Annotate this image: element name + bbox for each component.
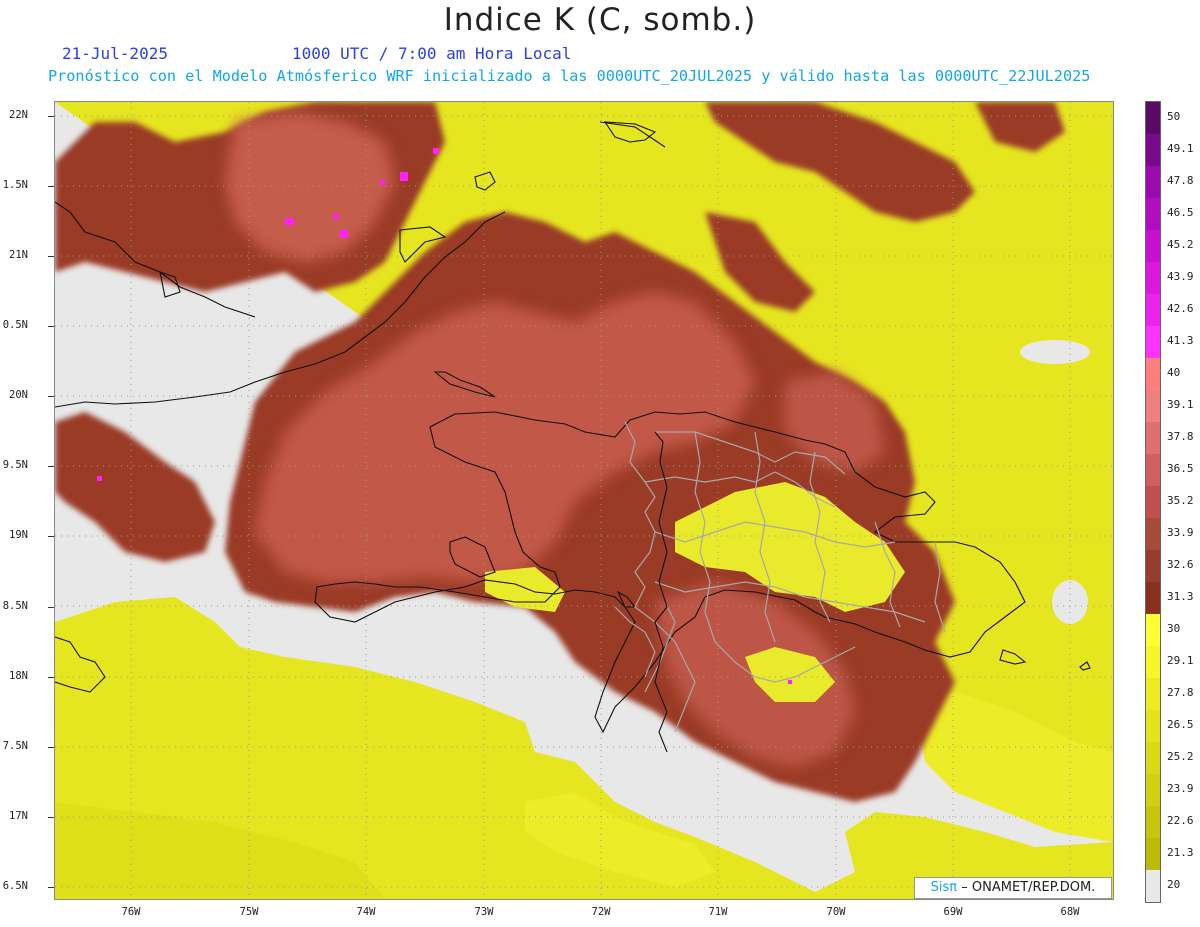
colorbar-swatch xyxy=(1146,294,1160,326)
colorbar-label: 39.1 xyxy=(1167,398,1194,411)
colorbar-label: 33.9 xyxy=(1167,526,1194,539)
lon-label: 75W xyxy=(239,906,259,918)
colorbar-swatch xyxy=(1146,390,1160,422)
colorbar-swatch xyxy=(1146,166,1160,198)
colorbar-label: 43.9 xyxy=(1167,270,1194,283)
colorbar-swatch xyxy=(1146,326,1160,358)
colorbar xyxy=(1145,101,1161,903)
colorbar-label: 20 xyxy=(1167,878,1181,891)
colorbar-label: 42.6 xyxy=(1167,302,1194,315)
valid-time: 1000 UTC / 7:00 am Hora Local xyxy=(292,44,572,63)
colorbar-swatch xyxy=(1146,870,1160,902)
colorbar-swatch xyxy=(1146,422,1160,454)
colorbar-swatch xyxy=(1146,582,1160,614)
colorbar-swatch xyxy=(1146,678,1160,710)
colorbar-swatch xyxy=(1146,806,1160,838)
colorbar-swatch xyxy=(1146,262,1160,294)
valid-date: 21-Jul-2025 xyxy=(62,44,168,63)
colorbar-swatch xyxy=(1146,550,1160,582)
colorbar-label: 45.2 xyxy=(1167,238,1194,251)
lon-label: 76W xyxy=(121,906,141,918)
colorbar-label: 37.8 xyxy=(1167,430,1194,443)
colorbar-swatch xyxy=(1146,454,1160,486)
lon-label: 69W xyxy=(943,906,963,918)
colorbar-swatch xyxy=(1146,198,1160,230)
colorbar-swatch xyxy=(1146,710,1160,742)
colorbar-swatch xyxy=(1146,230,1160,262)
colorbar-label: 25.2 xyxy=(1167,750,1194,763)
lon-label: 68W xyxy=(1060,906,1080,918)
lon-label: 73W xyxy=(474,906,494,918)
lon-label: 71W xyxy=(708,906,728,918)
lat-label: 1.5N xyxy=(2,179,28,191)
colorbar-swatch xyxy=(1146,774,1160,806)
colorbar-label: 47.8 xyxy=(1167,174,1194,187)
lat-label: 18N xyxy=(9,670,28,682)
credit-text: – ONAMET/REP.DOM. xyxy=(961,880,1096,895)
colorbar-swatch xyxy=(1146,614,1160,646)
lat-label: 17N xyxy=(9,810,28,822)
colorbar-label: 50 xyxy=(1167,110,1181,123)
sispi-logo: Sisπ xyxy=(930,880,958,895)
map-title: Indice K (C, somb.) xyxy=(443,2,757,38)
lat-label: 19N xyxy=(9,529,28,541)
lon-label: 70W xyxy=(826,906,846,918)
colorbar-swatch xyxy=(1146,646,1160,678)
colorbar-label: 22.6 xyxy=(1167,814,1194,827)
lat-label: 21N xyxy=(9,249,28,261)
lat-label: 6.5N xyxy=(2,880,28,892)
colorbar-label: 26.5 xyxy=(1167,718,1194,731)
colorbar-label: 27.8 xyxy=(1167,686,1194,699)
colorbar-label: 49.1 xyxy=(1167,142,1194,155)
colorbar-label: 32.6 xyxy=(1167,558,1194,571)
colorbar-label: 30 xyxy=(1167,622,1181,635)
colorbar-swatch xyxy=(1146,358,1160,390)
colorbar-label: 46.5 xyxy=(1167,206,1194,219)
colorbar-swatch xyxy=(1146,486,1160,518)
k-index-map xyxy=(54,101,1114,900)
colorbar-label: 31.3 xyxy=(1167,590,1194,603)
colorbar-swatch xyxy=(1146,742,1160,774)
colorbar-label: 41.3 xyxy=(1167,334,1194,347)
lat-label: 7.5N xyxy=(2,740,28,752)
lon-label: 72W xyxy=(591,906,611,918)
colorbar-swatch xyxy=(1146,102,1160,134)
lat-label: 0.5N xyxy=(2,319,28,331)
colorbar-label: 36.5 xyxy=(1167,462,1194,475)
colorbar-label: 40 xyxy=(1167,366,1181,379)
colorbar-label: 29.1 xyxy=(1167,654,1194,667)
colorbar-swatch xyxy=(1146,518,1160,550)
colorbar-label: 35.2 xyxy=(1167,494,1194,507)
credit-box: Sisπ – ONAMET/REP.DOM. xyxy=(914,877,1112,899)
colorbar-label: 23.9 xyxy=(1167,782,1194,795)
lat-label: 22N xyxy=(9,109,28,121)
lat-label: 20N xyxy=(9,389,28,401)
lon-label: 74W xyxy=(356,906,376,918)
model-subtitle: Pronóstico con el Modelo Atmósferico WRF… xyxy=(48,67,1091,85)
map-canvas xyxy=(55,102,1113,899)
lat-label: 8.5N xyxy=(2,600,28,612)
colorbar-swatch xyxy=(1146,134,1160,166)
colorbar-swatch xyxy=(1146,838,1160,870)
lat-label: 9.5N xyxy=(2,459,28,471)
colorbar-label: 21.3 xyxy=(1167,846,1194,859)
